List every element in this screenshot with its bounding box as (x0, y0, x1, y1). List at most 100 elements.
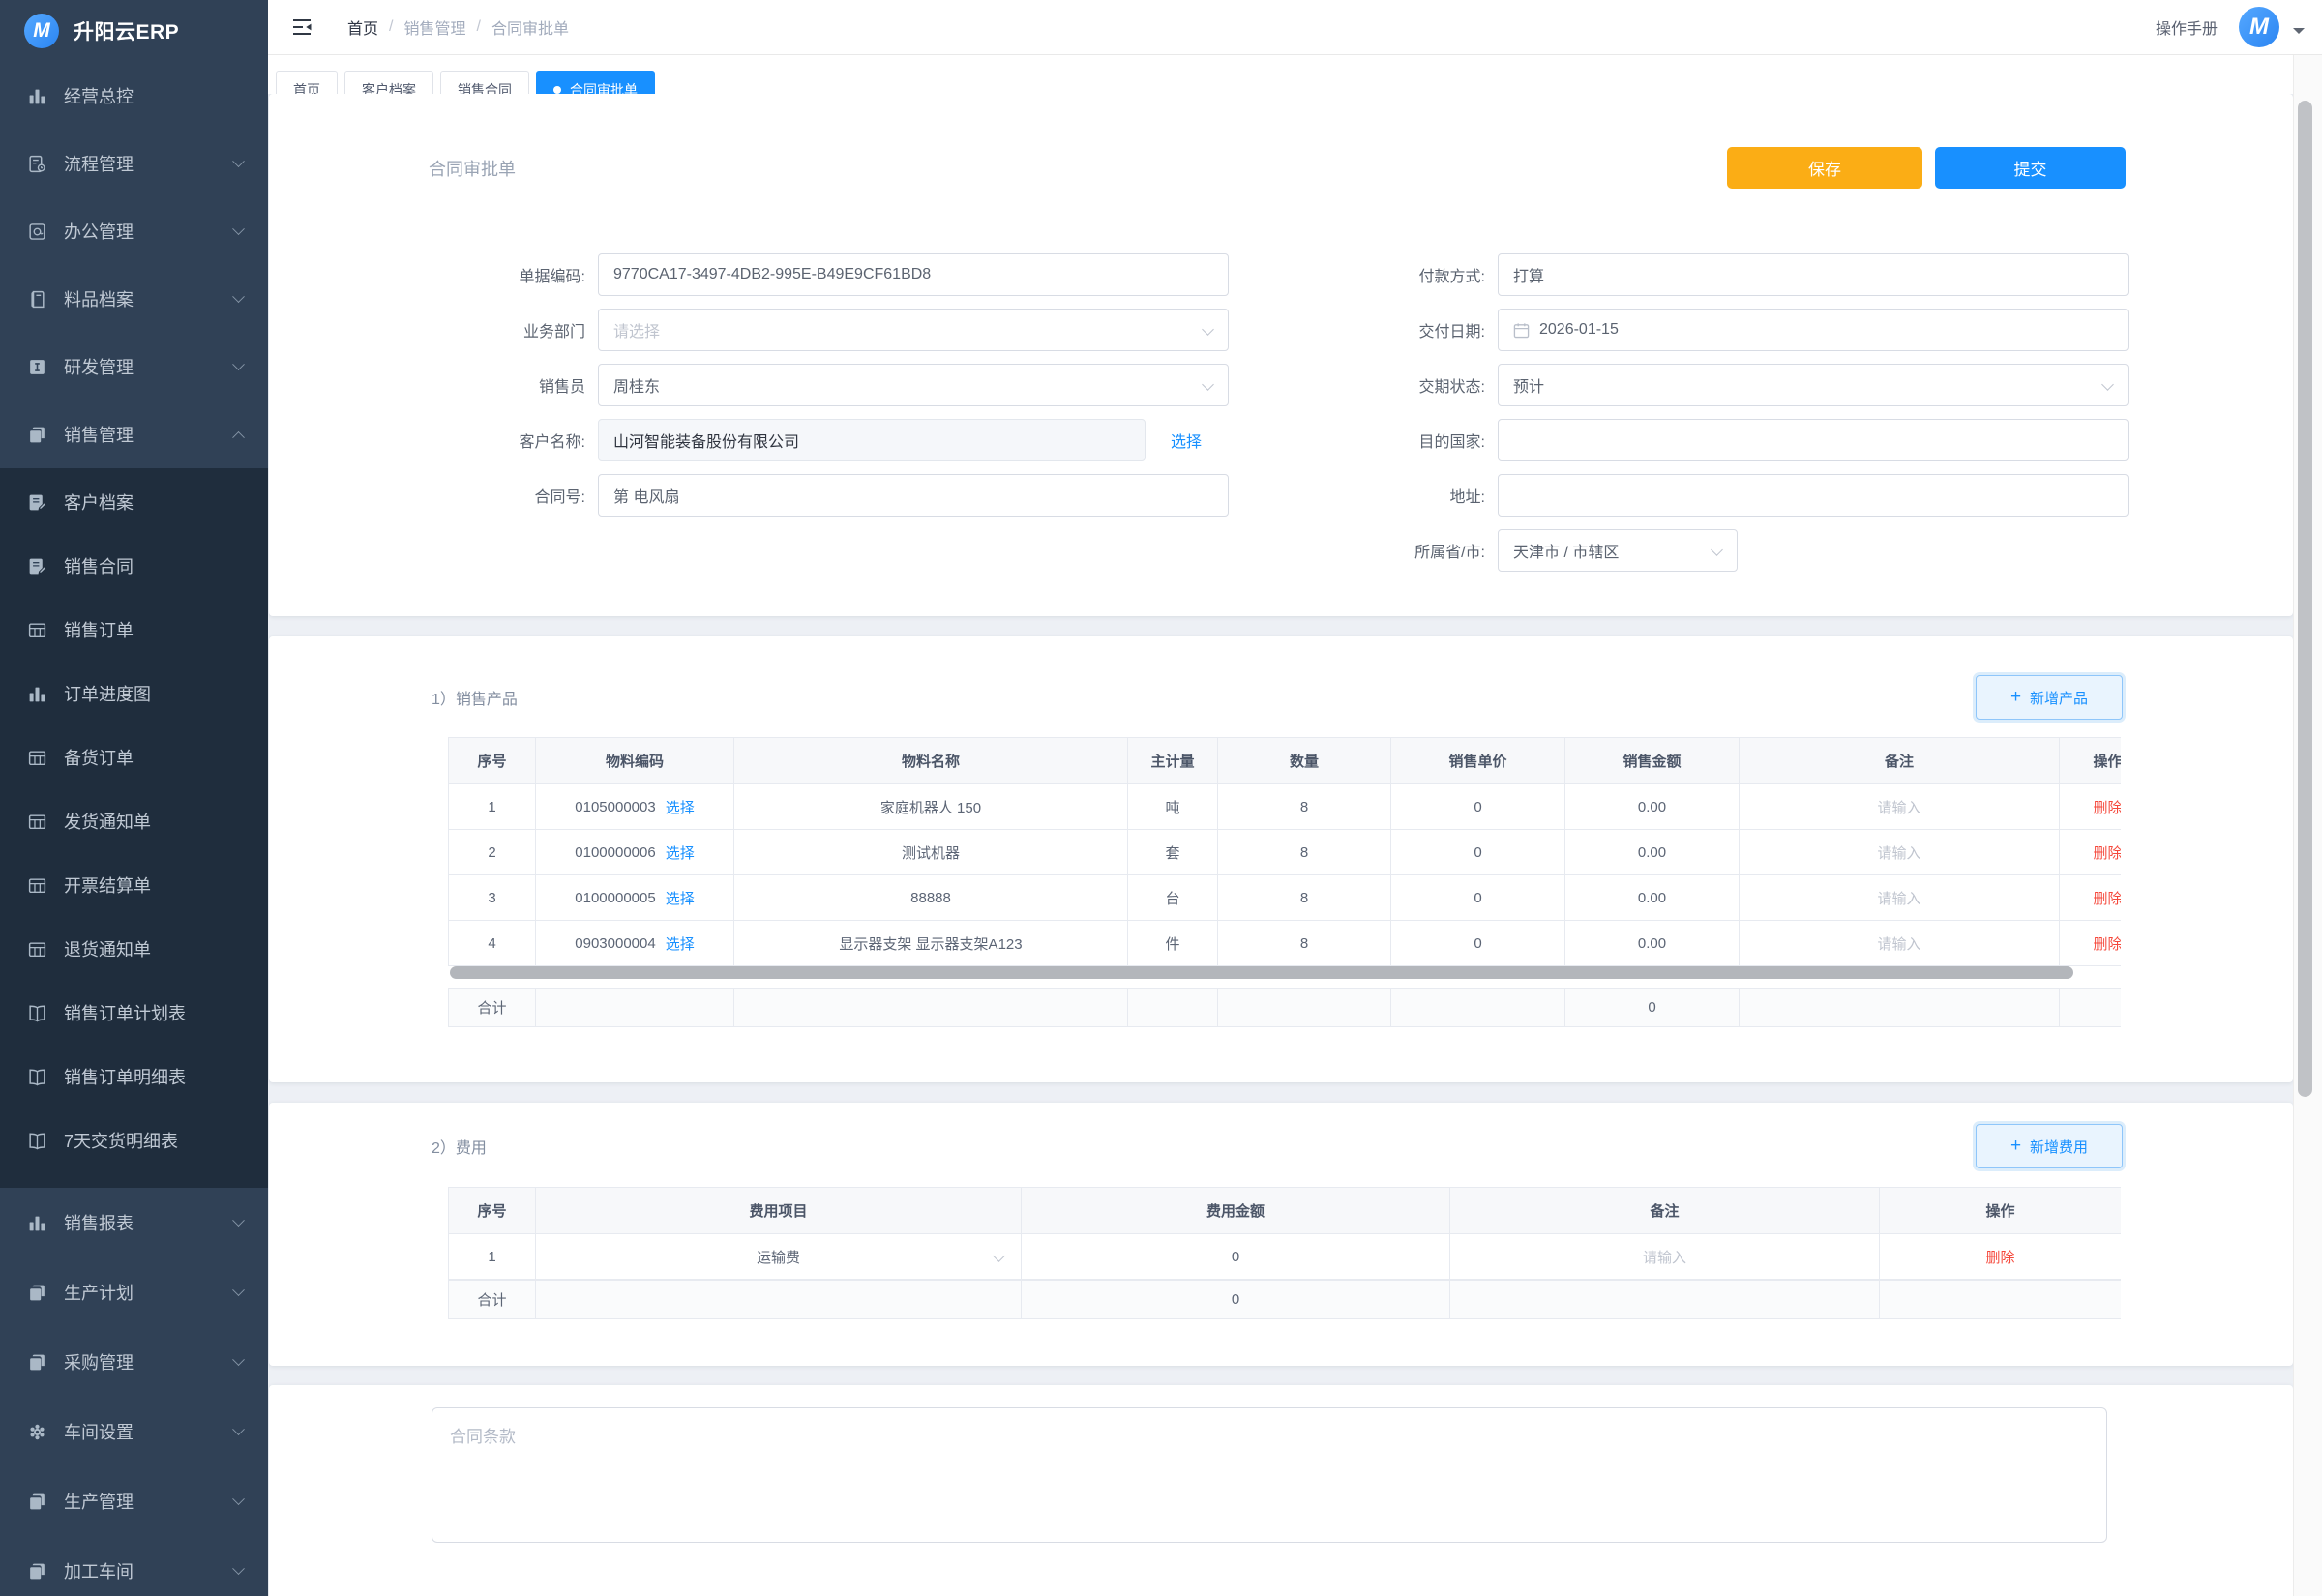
select-material-link[interactable]: 选择 (666, 797, 695, 817)
unit: 台 (1128, 875, 1218, 920)
sidebar-item-material-archives[interactable]: 料品档案 (0, 265, 268, 333)
customer-select-link[interactable]: 选择 (1171, 429, 1202, 452)
price-cell[interactable]: 0 (1391, 830, 1565, 874)
user-avatar[interactable]: M (2239, 7, 2279, 47)
sidebar-item-sales-contract[interactable]: 销售合同 (0, 534, 268, 598)
breadcrumb-sales-mgmt[interactable]: 销售管理 (403, 15, 465, 39)
submit-button[interactable]: 提交 (1935, 147, 2126, 189)
sidebar-item-processing-workshop[interactable]: 加工车间 (0, 1536, 268, 1596)
sidebar-item-workshop-settings[interactable]: 车间设置 (0, 1397, 268, 1466)
logo-icon: M (24, 14, 59, 48)
sidebar-item-office-mgmt[interactable]: 办公管理 (0, 197, 268, 265)
vertical-scrollbar[interactable] (2293, 55, 2322, 1596)
pages-icon (27, 1283, 47, 1303)
fee-amount-cell[interactable]: 0 (1022, 1234, 1450, 1279)
quantity-cell[interactable]: 8 (1218, 830, 1391, 874)
sidebar-item-rnd-mgmt[interactable]: 研发管理 (0, 333, 268, 400)
delete-row-link[interactable]: 删除 (2060, 921, 2121, 965)
vertical-scrollbar-thumb[interactable] (2298, 101, 2312, 1097)
quantity-cell[interactable]: 8 (1218, 921, 1391, 965)
price-cell[interactable]: 0 (1391, 921, 1565, 965)
delete-row-link[interactable]: 删除 (2060, 830, 2121, 874)
sidebar-item-shipping-notice[interactable]: 发货通知单 (0, 789, 268, 853)
doc-no-input[interactable]: 9770CA17-3497-4DB2-995E-B49E9CF61BD8 (598, 253, 1229, 296)
pages-icon (27, 1492, 47, 1512)
plus-icon: + (2010, 1137, 2021, 1155)
menu-fold-icon[interactable] (290, 15, 313, 39)
total-amount: 0 (1565, 989, 1740, 1026)
sidebar-item-flow-mgmt[interactable]: 流程管理 (0, 130, 268, 197)
pages-icon (27, 1352, 47, 1373)
sidebar-item-sales-order-plan[interactable]: 销售订单计划表 (0, 981, 268, 1045)
sidebar-item-sales-mgmt[interactable]: 销售管理 (0, 400, 268, 468)
topbar-right: 操作手册 M (2156, 7, 2308, 47)
amount-cell: 0.00 (1565, 784, 1740, 829)
unit: 件 (1128, 921, 1218, 965)
dept-select[interactable]: 请选择 (598, 309, 1229, 351)
open-book-icon (27, 1131, 47, 1151)
province-select[interactable]: 天津市 / 市辖区 (1498, 529, 1738, 572)
app-logo: M 升阳云ERP (0, 0, 268, 62)
contract-form-card: 合同审批单 保存 提交 单据编码: 9770CA17-3497-4DB2-995… (269, 94, 2293, 616)
quantity-cell[interactable]: 8 (1218, 784, 1391, 829)
remark-input[interactable]: 请输入 (1740, 875, 2060, 920)
product-row: 2 0100000006 选择 测试机器 套 8 0 0.00 请输入 删除 (449, 830, 2121, 875)
save-button[interactable]: 保存 (1727, 147, 1922, 189)
sidebar-item-7day-delivery-detail[interactable]: 7天交货明细表 (0, 1108, 268, 1172)
avatar-dropdown-caret[interactable] (2293, 28, 2305, 40)
sidebar-item-business-control[interactable]: 经营总控 (0, 62, 268, 130)
contract-terms-textarea[interactable]: 合同条款 (432, 1407, 2107, 1543)
select-material-link[interactable]: 选择 (666, 888, 695, 908)
remark-input[interactable]: 请输入 (1740, 784, 2060, 829)
remark-input[interactable]: 请输入 (1740, 830, 2060, 874)
horizontal-scrollbar[interactable] (450, 966, 2119, 979)
material-code-cell: 0903000004 选择 (536, 921, 734, 965)
sidebar-item-sales-report[interactable]: 销售报表 (0, 1188, 268, 1257)
remark-input[interactable]: 请输入 (1450, 1234, 1880, 1279)
sidebar-item-production-mgmt[interactable]: 生产管理 (0, 1466, 268, 1536)
fee-row: 1 运输费 0 请输入 删除 (449, 1234, 2121, 1280)
gear-icon (27, 1422, 47, 1442)
quantity-cell[interactable]: 8 (1218, 875, 1391, 920)
price-cell[interactable]: 0 (1391, 875, 1565, 920)
add-product-button[interactable]: + 新增产品 (1976, 675, 2123, 720)
select-material-link[interactable]: 选择 (666, 842, 695, 863)
sidebar-item-stock-order[interactable]: 备货订单 (0, 725, 268, 789)
salesman-select[interactable]: 周桂东 (598, 364, 1229, 406)
contract-no-label: 合同号: (429, 484, 598, 507)
delivery-date-picker[interactable]: 2026-01-15 (1498, 309, 2128, 351)
sidebar-item-order-progress[interactable]: 订单进度图 (0, 662, 268, 725)
total-amount: 0 (1022, 1281, 1450, 1318)
delivery-status-select[interactable]: 预计 (1498, 364, 2128, 406)
delete-row-link[interactable]: 删除 (1880, 1234, 2121, 1279)
fee-item-select[interactable]: 运输费 (536, 1234, 1022, 1279)
open-tabs-bar: 首页 客户档案 销售合同 合同审批单 (268, 55, 2322, 94)
sidebar-item-return-notice[interactable]: 退货通知单 (0, 917, 268, 981)
contract-no-input[interactable]: 第 电风扇 (598, 474, 1229, 517)
content-scroll-area: 合同审批单 保存 提交 单据编码: 9770CA17-3497-4DB2-995… (268, 94, 2322, 1596)
product-row: 3 0100000005 选择 88888 台 8 0 0.00 请输入 删除 (449, 875, 2121, 921)
top-header: 首页 / 销售管理 / 合同审批单 操作手册 M (268, 0, 2322, 55)
doc-no-label: 单据编码: (429, 263, 598, 286)
sidebar-item-sales-order-detail[interactable]: 销售订单明细表 (0, 1045, 268, 1108)
delete-row-link[interactable]: 删除 (2060, 875, 2121, 920)
sidebar-item-sales-order[interactable]: 销售订单 (0, 598, 268, 662)
sidebar-item-purchase-mgmt[interactable]: 采购管理 (0, 1327, 268, 1397)
sidebar-item-production-plan[interactable]: 生产计划 (0, 1257, 268, 1327)
dest-country-input[interactable] (1498, 419, 2128, 461)
select-material-link[interactable]: 选择 (666, 933, 695, 954)
delete-row-link[interactable]: 删除 (2060, 784, 2121, 829)
manual-link[interactable]: 操作手册 (2156, 15, 2218, 39)
price-cell[interactable]: 0 (1391, 784, 1565, 829)
flow-doc-icon (27, 154, 47, 174)
remark-input[interactable]: 请输入 (1740, 921, 2060, 965)
address-input[interactable] (1498, 474, 2128, 517)
sidebar-bottom-items: 销售报表 生产计划 采购管理 车间设置 生产管理 (0, 1188, 268, 1596)
add-fee-button[interactable]: + 新增费用 (1976, 1124, 2123, 1168)
sidebar-item-invoice-settlement[interactable]: 开票结算单 (0, 853, 268, 917)
breadcrumb-home[interactable]: 首页 (347, 15, 378, 39)
sidebar-item-customer-archives[interactable]: 客户档案 (0, 470, 268, 534)
horizontal-scrollbar-thumb[interactable] (450, 966, 2073, 979)
sales-submenu: 客户档案 销售合同 销售订单 订单进度图 备货订单 发货通知单 (0, 468, 268, 1188)
payment-input[interactable]: 打算 (1498, 253, 2128, 296)
